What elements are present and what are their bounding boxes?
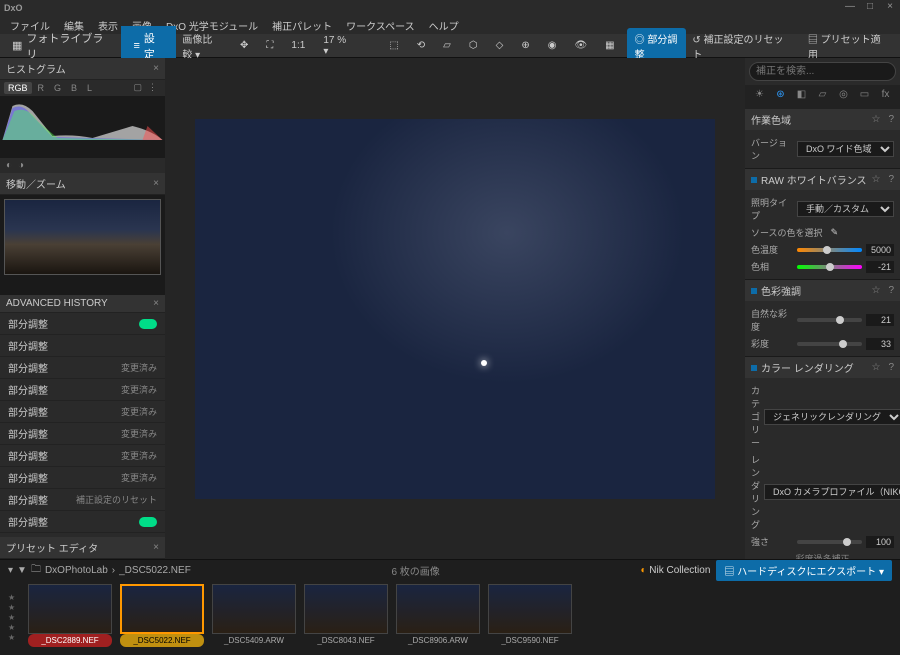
histo-tab-rgb[interactable]: RGB: [4, 82, 32, 94]
repair-icon[interactable]: ⊕: [515, 37, 535, 54]
color-tab-icon[interactable]: ⊛: [773, 89, 789, 105]
image-viewer[interactable]: [165, 58, 745, 559]
workspace-section-header[interactable]: 作業色域 ☆?: [745, 109, 900, 130]
histo-tab-l[interactable]: L: [83, 82, 96, 94]
main-image[interactable]: [195, 119, 715, 499]
rendering-section-header[interactable]: カラー レンダリング ☆?: [745, 357, 900, 378]
filmstrip: ▾ ▼ 🗀 DxOPhotoLab › _DSC5022.NEF 6 枚の画像 …: [0, 559, 900, 655]
app-logo: DxO: [4, 3, 23, 13]
thumbnail[interactable]: _DSC8906.ARW: [396, 584, 480, 647]
nav-close-icon[interactable]: ×: [153, 178, 159, 189]
ratio-button[interactable]: 1:1: [285, 37, 311, 54]
preview-icon[interactable]: 👁: [568, 37, 593, 54]
render-profile-select[interactable]: DxO カメラプロファイル（NIKON...: [764, 484, 900, 500]
move-tool-icon[interactable]: ✥: [234, 37, 254, 54]
reshape-icon[interactable]: ⬡: [463, 37, 484, 54]
folder-icon: 🗀: [31, 562, 41, 579]
histo-tab-r[interactable]: R: [34, 82, 49, 94]
preset-editor-header[interactable]: プリセット エディタ ×: [0, 537, 165, 559]
title-bar: DxO — □ ×: [0, 0, 900, 16]
history-row[interactable]: 部分調整変更済み: [0, 423, 165, 445]
zoom-level[interactable]: 17 % ▾: [317, 32, 354, 60]
preset-editor-close-icon[interactable]: ×: [153, 542, 159, 553]
highlight-clip-icon[interactable]: ◑: [18, 160, 24, 171]
minimize-button[interactable]: —: [844, 2, 856, 14]
thumbnail[interactable]: _DSC2889.NEF: [28, 584, 112, 647]
eyedropper-icon[interactable]: ✎: [831, 227, 839, 238]
export-button[interactable]: ▤ ハードディスクにエクスポート ▾: [716, 560, 892, 581]
render-category-select[interactable]: ジェネリックレンダリング: [764, 409, 900, 425]
render-intensity-slider[interactable]: [797, 540, 862, 544]
nav-thumbnail[interactable]: [4, 199, 161, 275]
geometry-tab-icon[interactable]: ▱: [815, 89, 831, 105]
nav-preview[interactable]: [0, 195, 165, 295]
chevron-down-icon[interactable]: ▾: [8, 565, 13, 576]
fx-tab-icon[interactable]: fx: [878, 89, 894, 105]
left-panel: ヒストグラム × RGB R G B L ▢ ⋮ ◐ ◑ 移動／ズーム × AD…: [0, 58, 165, 559]
histo-tab-g[interactable]: G: [50, 82, 65, 94]
star-icon[interactable]: ☆: [871, 285, 880, 296]
history-row[interactable]: 部分調整: [0, 511, 165, 533]
breadcrumb-file[interactable]: _DSC5022.NEF: [119, 565, 191, 576]
wb-type-select[interactable]: 手動／カスタム: [797, 201, 894, 217]
horizon-icon[interactable]: ⟲: [411, 37, 431, 54]
star-icon[interactable]: ☆: [871, 362, 880, 373]
star-icon[interactable]: ☆: [871, 114, 880, 125]
image-count: 6 枚の画像: [391, 563, 439, 578]
local-tab-icon[interactable]: ◎: [836, 89, 852, 105]
vibrance-slider[interactable]: [797, 318, 862, 322]
histogram-close-icon[interactable]: ×: [153, 63, 159, 74]
history-row[interactable]: 部分調整変更済み: [0, 445, 165, 467]
tint-slider[interactable]: [797, 265, 862, 269]
breadcrumb-folder[interactable]: DxOPhotoLab: [45, 565, 108, 576]
vibrancy-section-header[interactable]: 色彩強調 ☆?: [745, 280, 900, 301]
shadow-clip-icon[interactable]: ◐: [6, 160, 12, 171]
history-row[interactable]: 部分調整変更済み: [0, 467, 165, 489]
history-row[interactable]: 部分調整: [0, 335, 165, 357]
saturation-slider[interactable]: [797, 342, 862, 346]
main-toolbar: ▦ フォトライブラリ ≡ 設定 画像比較 ▾ ✥ ⛶ 1:1 17 % ▾ ⬚ …: [0, 34, 900, 58]
light-tab-icon[interactable]: ☀: [752, 89, 768, 105]
star-icon[interactable]: ☆: [871, 174, 880, 185]
nik-collection-button[interactable]: ◐ Nik Collection: [640, 565, 710, 576]
crop-icon[interactable]: ⬚: [383, 37, 404, 54]
wb-section-header[interactable]: RAW ホワイトバランス ☆?: [745, 169, 900, 190]
history-row[interactable]: 部分調整変更済み: [0, 379, 165, 401]
filter-icon[interactable]: ▼: [17, 565, 27, 576]
history-row[interactable]: 部分調整: [0, 313, 165, 335]
history-close-icon[interactable]: ×: [153, 298, 159, 309]
rating-filter[interactable]: ★★★★★: [8, 584, 20, 647]
maximize-button[interactable]: □: [864, 2, 876, 14]
histo-menu-icon[interactable]: ⋮: [144, 82, 161, 94]
search-input[interactable]: [749, 62, 896, 81]
thumbnail[interactable]: _DSC8043.NEF: [304, 584, 388, 647]
histogram-display: [0, 96, 165, 158]
thumbnail[interactable]: _DSC5022.NEF: [120, 584, 204, 647]
detail-tab-icon[interactable]: ◧: [794, 89, 810, 105]
history-header: ADVANCED HISTORY ×: [0, 295, 165, 313]
fit-icon[interactable]: ⛶: [260, 37, 279, 54]
close-button[interactable]: ×: [884, 2, 896, 14]
histo-tab-b[interactable]: B: [67, 82, 81, 94]
redeye-icon[interactable]: ◉: [542, 37, 563, 54]
nav-header: 移動／ズーム ×: [0, 173, 165, 195]
right-panel: ☀ ⊛ ◧ ▱ ◎ ▭ fx 作業色域 ☆? バージョン DxO ワイド色域 R…: [745, 58, 900, 559]
histogram-header: ヒストグラム ×: [0, 58, 165, 80]
workspace-select[interactable]: DxO ワイド色域: [797, 141, 894, 157]
thumbnail[interactable]: _DSC5409.ARW: [212, 584, 296, 647]
grid-icon[interactable]: ▦: [599, 37, 620, 54]
history-list: 部分調整部分調整部分調整変更済み部分調整変更済み部分調整変更済み部分調整変更済み…: [0, 313, 165, 537]
history-row[interactable]: 部分調整変更済み: [0, 401, 165, 423]
point-icon[interactable]: ◇: [490, 37, 510, 54]
histo-display-icon[interactable]: ▢: [133, 82, 142, 94]
temp-slider[interactable]: [797, 248, 862, 252]
watermark-tab-icon[interactable]: ▭: [857, 89, 873, 105]
perspective-icon[interactable]: ▱: [437, 37, 457, 54]
history-row[interactable]: 部分調整変更済み: [0, 357, 165, 379]
thumbnail[interactable]: _DSC9590.NEF: [488, 584, 572, 647]
history-row[interactable]: 部分調整補正設定のリセット: [0, 489, 165, 511]
